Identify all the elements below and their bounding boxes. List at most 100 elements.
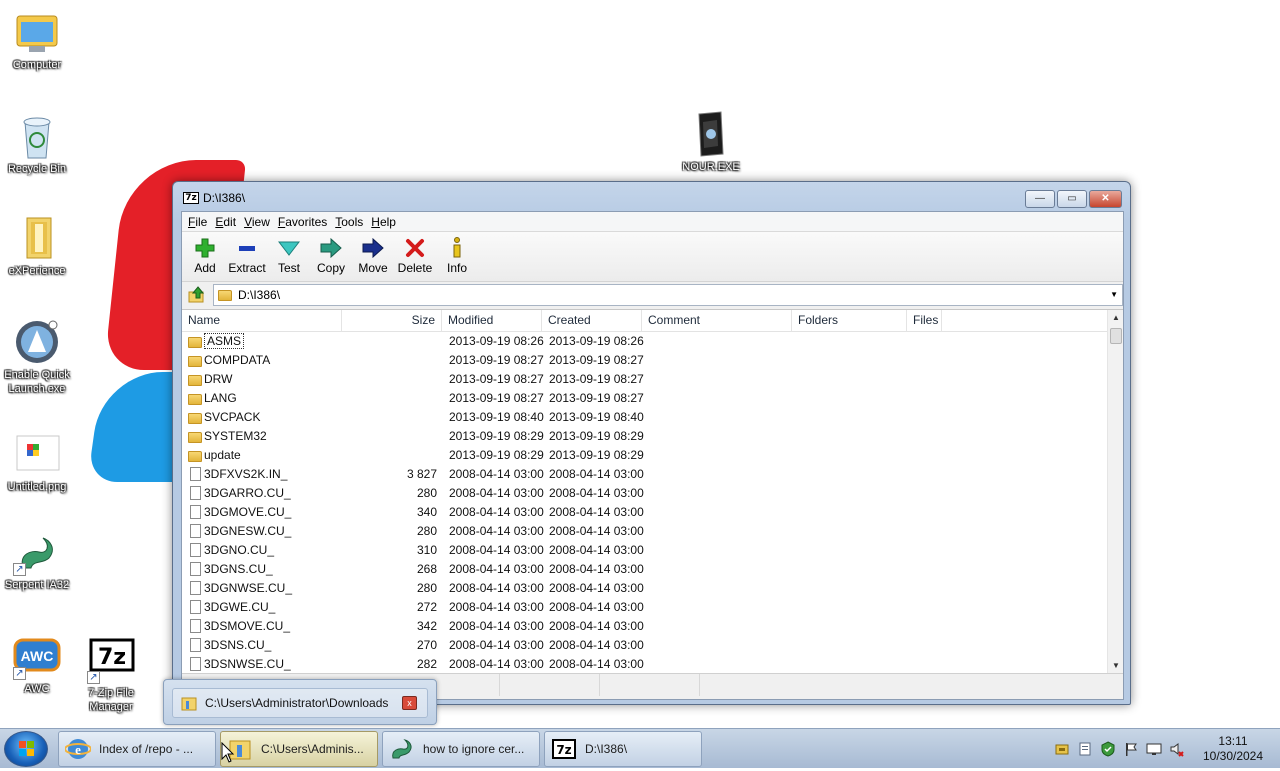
list-row[interactable]: update 2013-09-19 08:29 2013-09-19 08:29: [182, 446, 1107, 465]
menu-tools[interactable]: Tools: [333, 212, 369, 231]
list-row[interactable]: 3DGMOVE.CU_ 340 2008-04-14 03:00 2008-04-14…: [182, 503, 1107, 522]
maximize-button[interactable]: ▭: [1057, 190, 1087, 208]
address-combobox[interactable]: D:\I386\ ▼: [213, 284, 1123, 306]
desktop-icon-awc[interactable]: AWC ↗ AWC: [0, 632, 77, 696]
desktop-icon-enable-quick-launch[interactable]: Enable Quick Launch.exe: [0, 318, 77, 396]
list-row[interactable]: 3DGARRO.CU_ 280 2008-04-14 03:00 2008-04-14…: [182, 484, 1107, 503]
list-row[interactable]: 3DSMOVE.CU_ 342 2008-04-14 03:00 2008-04-14…: [182, 617, 1107, 636]
desktop-icon-serpent[interactable]: ↗ Serpent IA32: [0, 528, 77, 592]
file-modified: 2008-04-14 03:00: [449, 467, 544, 481]
file-created: 2013-09-19 08:27: [549, 391, 644, 405]
close-button[interactable]: ✕: [1089, 190, 1122, 208]
column-header-modified[interactable]: Modified: [442, 310, 542, 332]
taskbar-thumbnail-popup[interactable]: C:\Users\Administrator\Downloads x: [163, 679, 437, 725]
copy-button[interactable]: Copy: [310, 232, 352, 281]
menu-favorites[interactable]: Favorites: [276, 212, 333, 231]
file-glyph: [190, 524, 201, 538]
taskbar: e Index of /repo - ... C:\Users\Adminis.…: [0, 728, 1280, 768]
move-button[interactable]: Move: [352, 232, 394, 281]
network-icon[interactable]: [1054, 741, 1070, 757]
taskbar-button-explorer[interactable]: C:\Users\Adminis...: [220, 731, 378, 767]
taskbar-button-browser[interactable]: e Index of /repo - ...: [58, 731, 216, 767]
flag-icon[interactable]: [1123, 741, 1139, 757]
list-row[interactable]: 3DGNWSE.CU_ 280 2008-04-14 03:00 2008-04-14…: [182, 579, 1107, 598]
desktop-icon-label: 7-Zip File Manager: [88, 687, 134, 713]
scroll-up-icon[interactable]: ▲: [1108, 310, 1124, 326]
list-row[interactable]: 3DGNS.CU_ 268 2008-04-14 03:00 2008-04-14 0…: [182, 560, 1107, 579]
desktop-icon-untitled-png[interactable]: Untitled.png: [0, 430, 77, 494]
file-name: LANG: [204, 389, 237, 408]
file-created: 2013-09-19 08:26: [549, 334, 644, 348]
column-header-folders[interactable]: Folders: [792, 310, 907, 332]
taskbar-button-7zip[interactable]: 7z D:\I386\: [544, 731, 702, 767]
column-header-size[interactable]: Size: [342, 310, 442, 332]
taskbar-button-label: D:\I386\: [585, 742, 628, 756]
scrollbar-thumb[interactable]: [1110, 328, 1122, 344]
thumbnail-close-button[interactable]: x: [402, 696, 417, 710]
thumbnail-item[interactable]: C:\Users\Administrator\Downloads x: [172, 688, 428, 718]
file-name-text: 3DGARRO.CU_: [204, 486, 291, 500]
taskbar-button-label: how to ignore cer...: [423, 742, 525, 756]
monitor-icon[interactable]: [1146, 741, 1162, 757]
menu-bar: File Edit View Favorites Tools Help: [182, 212, 1123, 232]
start-button[interactable]: [4, 731, 48, 767]
list-row[interactable]: 3DSNS.CU_ 270 2008-04-14 03:00 2008-04-14 0…: [182, 636, 1107, 655]
add-label: Add: [194, 261, 216, 275]
list-row[interactable]: 3DGNO.CU_ 310 2008-04-14 03:00 2008-04-14 0…: [182, 541, 1107, 560]
menu-edit[interactable]: Edit: [213, 212, 242, 231]
column-header-name[interactable]: Name: [182, 310, 342, 332]
file-name-text: 3DGWE.CU_: [204, 600, 276, 614]
folder-icon: [188, 410, 202, 424]
clock[interactable]: 13:11 10/30/2024: [1198, 734, 1268, 764]
menu-file[interactable]: File: [186, 212, 213, 231]
desktop-icon-nour-exe[interactable]: NOUR.EXE: [671, 110, 751, 174]
file-name-text: COMPDATA: [204, 353, 271, 367]
list-header: Name Size Modified Created Comment Folde…: [182, 310, 1107, 332]
desktop-icon-7zip[interactable]: 7z ↗ 7-Zip File Manager: [71, 636, 151, 714]
list-row[interactable]: SVCPACK 2013-09-19 08:40 2013-09-19 08:40: [182, 408, 1107, 427]
taskbar-button-serpent[interactable]: how to ignore cer...: [382, 731, 540, 767]
sevenzip-window[interactable]: 7z D:\I386\ — ▭ ✕ File Edit View Favorit…: [172, 181, 1131, 705]
desktop-icon-experience[interactable]: eXPerience: [0, 214, 77, 278]
list-row[interactable]: 3DGWE.CU_ 272 2008-04-14 03:00 2008-04-14 0…: [182, 598, 1107, 617]
up-folder-button[interactable]: [185, 284, 209, 306]
test-button[interactable]: Test: [268, 232, 310, 281]
file-modified: 2008-04-14 03:00: [449, 505, 544, 519]
delete-button[interactable]: Delete: [394, 232, 436, 281]
list-row[interactable]: ASMS 2013-09-19 08:26 2013-09-19 08:26: [182, 332, 1107, 351]
document-icon[interactable]: [1077, 741, 1093, 757]
column-header-comment[interactable]: Comment: [642, 310, 792, 332]
minimize-button[interactable]: —: [1025, 190, 1055, 208]
column-header-created[interactable]: Created: [542, 310, 642, 332]
add-button[interactable]: Add: [184, 232, 226, 281]
desktop-icon-label: NOUR.EXE: [682, 161, 740, 173]
window-titlebar[interactable]: 7z D:\I386\ — ▭ ✕: [173, 182, 1130, 212]
list-row[interactable]: 3DSNWSE.CU_ 282 2008-04-14 03:00 2008-04-14…: [182, 655, 1107, 674]
thumbnail-label: C:\Users\Administrator\Downloads: [205, 696, 389, 710]
menu-help[interactable]: Help: [369, 212, 402, 231]
menu-view[interactable]: View: [242, 212, 276, 231]
exe-icon: [687, 110, 735, 158]
volume-muted-icon[interactable]: [1169, 741, 1185, 757]
list-row[interactable]: DRW 2013-09-19 08:27 2013-09-19 08:27: [182, 370, 1107, 389]
sevenzip-icon: 7z ↗: [87, 636, 135, 684]
file-glyph: [190, 467, 201, 481]
list-row[interactable]: COMPDATA 2013-09-19 08:27 2013-09-19 08:27: [182, 351, 1107, 370]
list-row[interactable]: SYSTEM32 2013-09-19 08:29 2013-09-19 08:29: [182, 427, 1107, 446]
desktop-icon-computer[interactable]: Computer: [0, 8, 77, 72]
list-row[interactable]: 3DGNESW.CU_ 280 2008-04-14 03:00 2008-04-14…: [182, 522, 1107, 541]
security-icon[interactable]: [1100, 741, 1116, 757]
vertical-scrollbar[interactable]: ▲ ▼: [1107, 310, 1123, 674]
file-modified: 2013-09-19 08:26: [449, 334, 544, 348]
system-tray: [1054, 741, 1185, 757]
dropdown-arrow-icon[interactable]: ▼: [1110, 290, 1118, 299]
list-row[interactable]: LANG 2013-09-19 08:27 2013-09-19 08:27: [182, 389, 1107, 408]
extract-button[interactable]: Extract: [226, 232, 268, 281]
window-client-area: File Edit View Favorites Tools Help Add …: [181, 211, 1124, 700]
list-row[interactable]: 3DFXVS2K.IN_ 3 827 2008-04-14 03:00 2008-04…: [182, 465, 1107, 484]
scroll-down-icon[interactable]: ▼: [1108, 658, 1124, 674]
column-header-files[interactable]: Files: [907, 310, 942, 332]
info-button[interactable]: Info: [436, 232, 478, 281]
desktop-icon-recycle-bin[interactable]: Recycle Bin: [0, 112, 77, 176]
file-list[interactable]: Name Size Modified Created Comment Folde…: [182, 309, 1123, 674]
